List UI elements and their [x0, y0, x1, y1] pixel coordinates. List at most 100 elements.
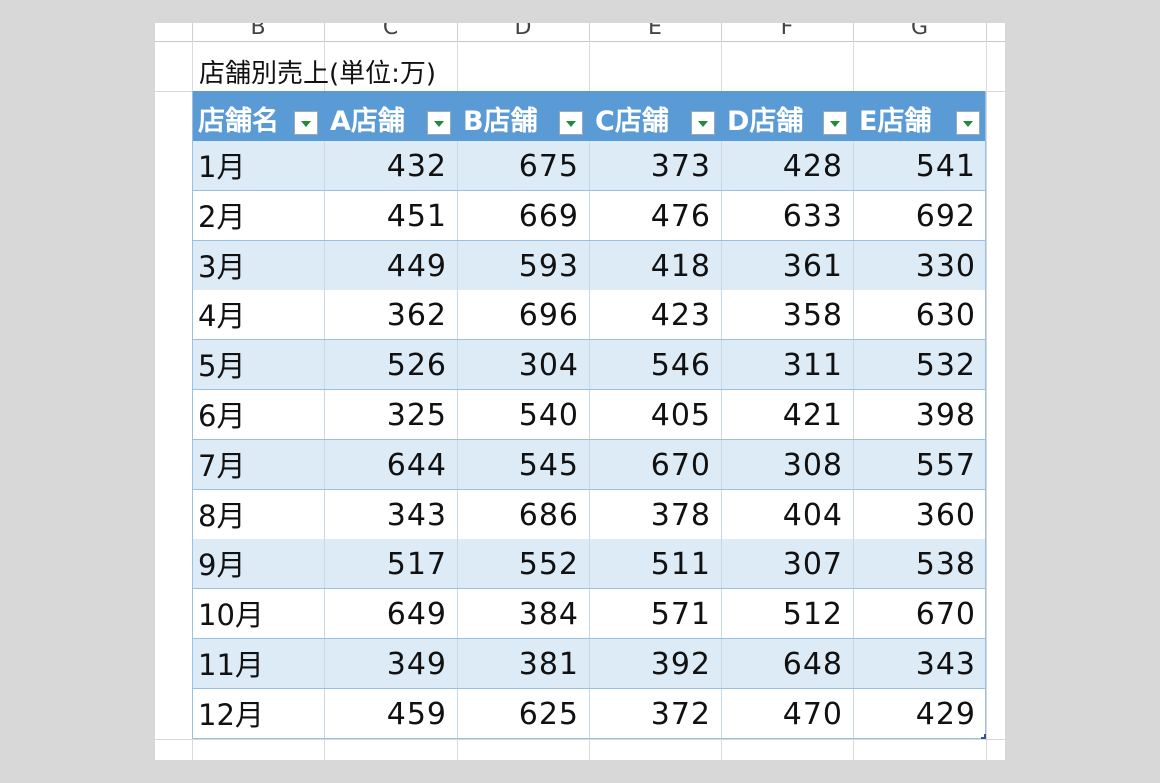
table-row: 3月 449 593 418 361 330 — [192, 240, 986, 291]
value-cell[interactable]: 398 — [853, 390, 986, 439]
value-cell[interactable]: 649 — [324, 589, 457, 638]
value-cell[interactable]: 669 — [457, 191, 589, 240]
value-cell[interactable]: 449 — [324, 241, 457, 290]
filter-dropdown-button[interactable] — [427, 111, 451, 135]
month-cell[interactable]: 9月 — [192, 539, 324, 588]
value-cell[interactable]: 421 — [721, 390, 853, 439]
value-cell[interactable]: 526 — [324, 340, 457, 389]
value-cell[interactable]: 552 — [457, 539, 589, 588]
value-cell[interactable]: 451 — [324, 191, 457, 240]
column-header-c[interactable]: C — [324, 23, 457, 41]
value-cell[interactable]: 686 — [457, 490, 589, 539]
value-cell[interactable]: 459 — [324, 689, 457, 738]
header-cell-3[interactable]: C店舗 — [589, 91, 721, 141]
month-cell[interactable]: 11月 — [192, 639, 324, 688]
value-cell[interactable]: 343 — [853, 639, 986, 688]
value-cell[interactable]: 307 — [721, 539, 853, 588]
value-cell[interactable]: 670 — [589, 440, 721, 489]
value-cell[interactable]: 670 — [853, 589, 986, 638]
value-cell[interactable]: 511 — [589, 539, 721, 588]
value-cell[interactable]: 361 — [721, 241, 853, 290]
value-cell[interactable]: 593 — [457, 241, 589, 290]
value-cell[interactable]: 546 — [589, 340, 721, 389]
month-cell[interactable]: 6月 — [192, 390, 324, 439]
value-cell[interactable]: 381 — [457, 639, 589, 688]
column-header-b[interactable]: B — [192, 23, 324, 41]
value-cell[interactable]: 404 — [721, 490, 853, 539]
value-cell[interactable]: 675 — [457, 141, 589, 190]
value-cell[interactable]: 571 — [589, 589, 721, 638]
value-cell[interactable]: 423 — [589, 290, 721, 339]
value-cell[interactable]: 428 — [721, 141, 853, 190]
value-cell[interactable]: 517 — [324, 539, 457, 588]
filter-dropdown-button[interactable] — [823, 111, 847, 135]
value-cell[interactable]: 512 — [721, 589, 853, 638]
value-cell[interactable]: 378 — [589, 490, 721, 539]
value-cell[interactable]: 476 — [589, 191, 721, 240]
header-cell-1[interactable]: A店舗 — [324, 91, 457, 141]
value-cell[interactable]: 358 — [721, 290, 853, 339]
column-header-g[interactable]: G — [853, 23, 986, 41]
value-cell[interactable]: 308 — [721, 440, 853, 489]
value-cell[interactable]: 648 — [721, 639, 853, 688]
table-title-cell[interactable]: 店舗別売上(単位:万) — [199, 53, 436, 90]
value-cell[interactable]: 696 — [457, 290, 589, 339]
cell-separator — [721, 539, 722, 589]
header-cell-0[interactable]: 店舗名 — [192, 91, 324, 141]
month-cell[interactable]: 12月 — [192, 689, 324, 738]
column-header-d[interactable]: D — [457, 23, 589, 41]
value-cell[interactable]: 330 — [853, 241, 986, 290]
cell-separator — [721, 589, 722, 639]
month-cell[interactable]: 3月 — [192, 241, 324, 290]
value-cell[interactable]: 538 — [853, 539, 986, 588]
value-cell[interactable]: 384 — [457, 589, 589, 638]
filter-dropdown-icon — [434, 121, 444, 127]
month-cell[interactable]: 8月 — [192, 490, 324, 539]
month-cell[interactable]: 1月 — [192, 141, 324, 190]
header-cell-5[interactable]: E店舗 — [853, 91, 986, 141]
column-header-f[interactable]: F — [721, 23, 853, 41]
value-cell[interactable]: 692 — [853, 191, 986, 240]
filter-dropdown-button[interactable] — [294, 111, 318, 135]
value-cell[interactable]: 545 — [457, 440, 589, 489]
value-cell[interactable]: 372 — [589, 689, 721, 738]
month-cell[interactable]: 10月 — [192, 589, 324, 638]
value-cell[interactable]: 429 — [853, 689, 986, 738]
value-cell[interactable]: 432 — [324, 141, 457, 190]
value-cell[interactable]: 644 — [324, 440, 457, 489]
cell-separator — [721, 639, 722, 688]
value-cell[interactable]: 418 — [589, 241, 721, 290]
value-cell[interactable]: 349 — [324, 639, 457, 688]
value-cell[interactable]: 470 — [721, 689, 853, 738]
value-cell[interactable]: 325 — [324, 390, 457, 439]
value-cell[interactable]: 392 — [589, 639, 721, 688]
column-header-e[interactable]: E — [589, 23, 721, 41]
value-cell[interactable]: 343 — [324, 490, 457, 539]
header-cell-4[interactable]: D店舗 — [721, 91, 853, 141]
filter-dropdown-button[interactable] — [691, 111, 715, 135]
month-cell[interactable]: 5月 — [192, 340, 324, 389]
value-cell[interactable]: 557 — [853, 440, 986, 489]
value-cell[interactable]: 630 — [853, 290, 986, 339]
value-cell[interactable]: 405 — [589, 390, 721, 439]
month-cell[interactable]: 2月 — [192, 191, 324, 240]
header-cell-2[interactable]: B店舗 — [457, 91, 589, 141]
value-cell[interactable]: 304 — [457, 340, 589, 389]
value-cell[interactable]: 360 — [853, 490, 986, 539]
filter-dropdown-button[interactable] — [956, 111, 980, 135]
cell-separator — [324, 439, 325, 489]
value-cell[interactable]: 311 — [721, 340, 853, 389]
column-header-separator — [853, 23, 854, 41]
month-cell[interactable]: 7月 — [192, 440, 324, 489]
cell-separator — [721, 141, 722, 190]
table-resize-handle[interactable] — [981, 734, 986, 739]
value-cell[interactable]: 373 — [589, 141, 721, 190]
month-cell[interactable]: 4月 — [192, 290, 324, 339]
value-cell[interactable]: 362 — [324, 290, 457, 339]
value-cell[interactable]: 540 — [457, 390, 589, 439]
value-cell[interactable]: 625 — [457, 689, 589, 738]
value-cell[interactable]: 541 — [853, 141, 986, 190]
value-cell[interactable]: 532 — [853, 340, 986, 389]
value-cell[interactable]: 633 — [721, 191, 853, 240]
filter-dropdown-button[interactable] — [559, 111, 583, 135]
